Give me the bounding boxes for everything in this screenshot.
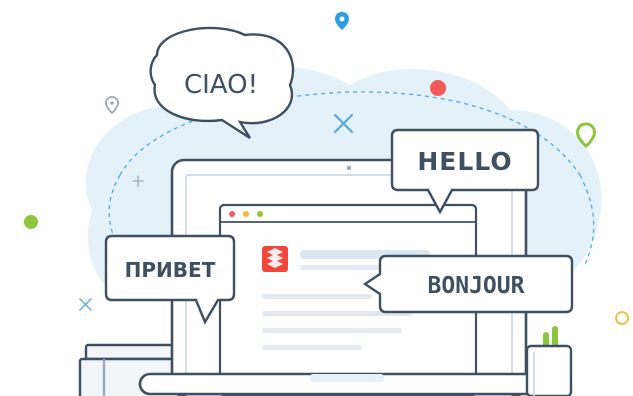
bubble-text-privet: ПРИВЕТ	[125, 258, 216, 282]
map-pin-icon	[335, 12, 349, 30]
red-dot	[430, 80, 446, 96]
browser-logo-icon	[262, 246, 288, 272]
green-dot	[24, 215, 38, 229]
content-placeholder	[300, 265, 390, 270]
pencil-cup-icon	[525, 326, 573, 396]
bubble-text-bonjour: BONJOUR	[428, 273, 525, 299]
content-placeholder	[262, 294, 372, 299]
orange-ring	[615, 311, 629, 325]
monitor-camera	[346, 165, 352, 171]
content-placeholder	[262, 345, 362, 350]
window-close-dot	[229, 211, 235, 217]
laptop-base	[138, 372, 556, 396]
window-maximize-dot	[257, 211, 263, 217]
window-minimize-dot	[243, 211, 249, 217]
close-icon	[79, 298, 92, 311]
bubble-text-hello: HELLO	[417, 147, 512, 176]
content-placeholder	[262, 328, 402, 333]
map-pin-icon	[105, 96, 119, 115]
bubble-text-ciao: CIAO!	[184, 70, 258, 100]
localization-illustration: CIAO! HELLO ПРИВЕТ BONJOUR	[24, 12, 629, 396]
speech-bubble-bonjour: BONJOUR	[362, 254, 574, 314]
